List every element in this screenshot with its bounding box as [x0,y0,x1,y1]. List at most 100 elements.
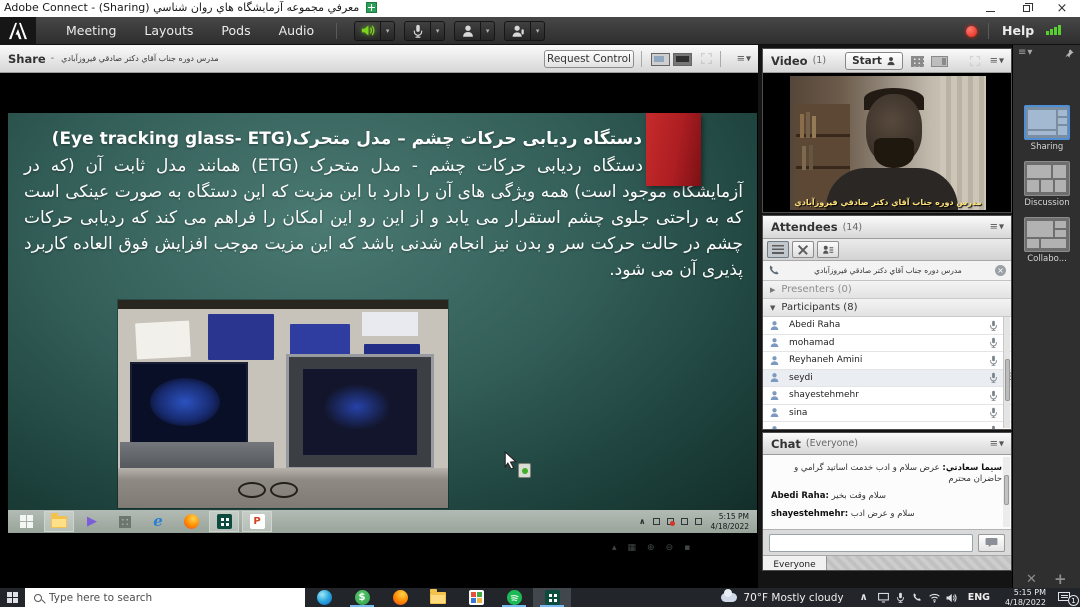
firefox-icon[interactable] [381,588,419,607]
edge-icon[interactable] [305,588,343,607]
sh-adobe-connect-icon [209,511,239,532]
window-title: معرفي مجموعه آزمايشگاه هاي روان شناسي (S… [4,1,377,14]
restore-button[interactable] [1008,0,1044,17]
participant-row-partial[interactable] [763,422,1011,430]
layout-discussion-thumbnail[interactable] [1024,161,1070,196]
layout-menu-icon[interactable]: ≡▾ [1018,47,1033,58]
microphone-tray-icon[interactable] [892,588,909,607]
weather-widget[interactable]: 70°F Mostly cloudy [712,592,852,604]
phone-tray-icon[interactable] [909,588,926,607]
chat-pod: Chat (Everyone) ≡▾ سيما سعادتي عرض سلام … [762,432,1012,571]
send-message-button[interactable] [978,534,1005,552]
overlay-icon[interactable]: ⊖ [666,543,674,553]
attendees-toolbar [763,239,1011,261]
participant-row[interactable]: seydi [763,370,1011,388]
share-pod-menu-icon[interactable]: ≡▾ [737,53,752,64]
tray-expand-icon[interactable]: ∧ [853,592,875,603]
participant-row[interactable]: sina [763,405,1011,423]
file-explorer-icon[interactable] [419,588,457,607]
divider [720,51,721,67]
attendees-pod-menu-icon[interactable]: ≡▾ [990,222,1005,233]
tab-everyone[interactable]: Everyone [763,556,827,571]
chat-scrollbar[interactable] [1003,457,1010,527]
close-button[interactable]: × [1044,0,1080,17]
webcam-button[interactable] [454,21,481,41]
connection-signal-icon[interactable] [1046,25,1061,35]
expand-arrow-icon[interactable]: ▶ [770,286,775,294]
microphone-dropdown[interactable]: ▾ [431,21,445,41]
minimize-button[interactable] [972,0,1008,17]
office-icon[interactable] [457,588,495,607]
request-control-button[interactable]: Request Control [544,50,634,68]
menu-layouts[interactable]: Layouts [130,23,207,38]
chat-message: shayestehmehr سلام و عرض ادب [771,509,1002,520]
taskbar-clock[interactable]: 5:15 PM 4/18/2022 [998,588,1053,607]
participant-row[interactable]: Reyhaneh Amini [763,352,1011,370]
menu-meeting[interactable]: Meeting [52,23,130,38]
window-titlebar: معرفي مجموعه آزمايشگاه هاي روان شناسي (S… [0,0,1080,17]
video-fullscreen-icon[interactable] [969,55,981,67]
video-count: (1) [813,55,826,66]
share-pod: Share - مدرس دوره جناب آقاي دكتر صادقي ف… [0,45,758,588]
status-dropdown[interactable]: ▾ [531,21,545,41]
attendee-list-view-button[interactable] [767,241,789,258]
view-toggle-full-icon[interactable] [673,53,692,66]
microphone-button[interactable] [404,21,431,41]
video-caption: مدرس دوره جناب آقاي دكتر صادقي فيروزآباد… [790,198,986,207]
pin-icon[interactable] [1064,48,1075,59]
collapse-arrow-icon[interactable]: ▼ [770,304,775,312]
attendee-status-view-button[interactable] [817,241,839,258]
chat-pod-menu-icon[interactable]: ≡▾ [990,438,1005,449]
notification-center-icon[interactable]: 1 [1053,588,1080,607]
language-indicator[interactable]: ENG [960,592,998,603]
overlay-icon[interactable]: ⊕ [647,543,655,553]
raise-hand-button[interactable] [504,21,531,41]
webcam-dropdown[interactable]: ▾ [481,21,495,41]
speaker-dropdown[interactable]: ▾ [381,21,395,41]
shared-system-tray: ∧ [639,517,702,526]
layout-collaboration-thumbnail[interactable] [1024,217,1070,252]
presenters-group-header[interactable]: ▶ Presenters (0) [763,281,1011,299]
currency-app-icon[interactable]: $ [343,588,381,607]
menu-audio[interactable]: Audio [265,23,329,38]
fullscreen-icon[interactable] [700,52,713,65]
video-filmstrip-view-icon[interactable] [931,56,948,67]
attendees-pod-title: Attendees [771,220,838,234]
wifi-tray-icon[interactable] [926,588,943,607]
search-input[interactable] [49,592,279,604]
slide-title: دستگاه ردیابی حرکات چشم – مدل متحرک(Eye … [8,113,757,149]
sh-app-grid-icon [110,511,140,532]
delete-layout-icon[interactable]: ✕ [1026,572,1037,587]
overlay-icon[interactable]: ▪ [684,543,690,553]
speaker-button[interactable] [354,21,381,41]
view-toggle-windowed-icon[interactable] [651,53,670,66]
video-pod-menu-icon[interactable]: ≡▾ [990,55,1005,66]
adobe-connect-taskbar-icon[interactable] [533,588,571,607]
spotify-icon[interactable] [495,588,533,607]
taskbar-search[interactable] [25,588,305,607]
display-tray-icon[interactable] [875,588,892,607]
add-layout-icon[interactable]: + [1054,570,1067,588]
participant-row[interactable]: mohamad [763,335,1011,353]
disconnect-call-icon[interactable]: × [995,265,1006,276]
participant-row[interactable]: Abedi Raha [763,317,1011,335]
shared-clock: 5:15 PM 4/18/2022 [711,512,749,531]
participants-group-header[interactable]: ▼ Participants (8) [763,299,1011,317]
active-speaker-row[interactable]: مدرس دوره جناب آقاي دكتر صادقي فيروزآباد… [763,261,1011,281]
start-webcam-button[interactable]: Start [845,52,903,70]
layout-sharing-thumbnail[interactable] [1024,105,1070,140]
sh-firefox-icon [176,511,206,532]
volume-tray-icon[interactable] [943,588,960,607]
overlay-icon[interactable]: ▴ [612,543,617,553]
menu-pods[interactable]: Pods [207,23,264,38]
chat-input[interactable] [769,534,973,552]
overlay-icon[interactable]: ▦ [628,543,637,553]
attendee-breakout-view-button[interactable] [792,241,814,258]
start-button[interactable] [0,588,25,607]
share-presenter-name: مدرس دوره جناب آقاي دكتر صادقي فيروزآباد… [61,54,219,63]
video-grid-view-icon[interactable] [911,56,924,67]
menu-help[interactable]: Help [1002,23,1034,38]
layout-sidebar: ≡▾ Sharing Discussion Collabo... ✕ + [1012,45,1080,588]
attendees-scrollbar[interactable] [1003,317,1010,428]
participant-row[interactable]: shayestehmehr [763,387,1011,405]
